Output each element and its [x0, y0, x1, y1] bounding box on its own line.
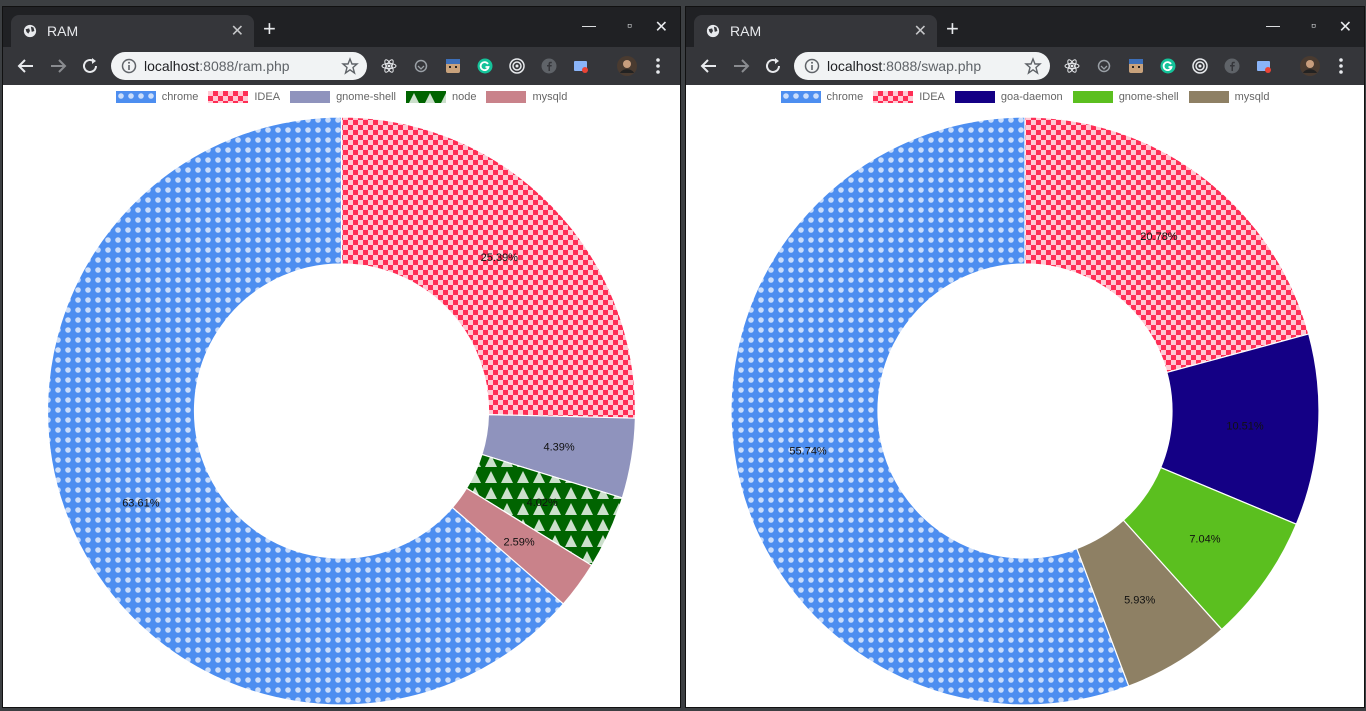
slice-label-chrome: 63.61% [122, 497, 160, 509]
bookmark-star-icon[interactable] [341, 57, 359, 75]
slice-label-gnome-shell: 4.39% [543, 442, 574, 454]
page-content: chrome IDEA goa-daemon gnome-shell mysqld 55… [686, 85, 1364, 707]
new-tab-button[interactable]: + [946, 18, 959, 40]
slice-label-idea: 20.78% [1140, 231, 1178, 243]
minimize-button[interactable]: — [1266, 17, 1280, 33]
slice-label-goa-daemon: 10.51% [1226, 420, 1264, 432]
tab-title: RAM [47, 23, 79, 39]
target-icon[interactable] [1192, 58, 1208, 74]
url-text: localhost:8088/ram.php [144, 58, 290, 74]
extension-refresh-icon[interactable] [413, 58, 429, 74]
target-icon[interactable] [509, 58, 525, 74]
tab-title: RAM [730, 23, 762, 39]
url-host: localhost [144, 58, 200, 74]
reload-icon[interactable] [79, 55, 101, 77]
browser-window-ram: RAM ✕ + — ▫ ✕ localhost:8088/ram.php chr… [2, 6, 681, 708]
globe-icon [706, 24, 720, 38]
forward-arrow-icon[interactable] [47, 55, 69, 77]
slice-label-mysqld: 5.93% [1124, 594, 1155, 606]
slice-label-gnome-shell: 7.04% [1189, 533, 1220, 545]
close-window-button[interactable]: ✕ [1339, 17, 1352, 37]
url-host: localhost [827, 58, 883, 74]
title-bar: RAM ✕ + — ▫ ✕ [3, 7, 680, 47]
extension-refresh-icon[interactable] [1096, 58, 1112, 74]
slice-label-chrome: 55.74% [789, 446, 827, 458]
slice-label-mysqld: 2.59% [504, 537, 535, 549]
close-window-button[interactable]: ✕ [655, 17, 668, 37]
profile-avatar[interactable] [1300, 56, 1320, 76]
browser-toolbar: localhost:8088/ram.php [3, 47, 680, 85]
minimize-button[interactable]: — [582, 17, 596, 33]
page-content: chrome IDEA gnome-shell node mysqld 63.61% 25… [3, 85, 680, 707]
slice-label-node: 4.02% [527, 497, 558, 509]
browser-tab[interactable]: RAM ✕ [11, 15, 254, 47]
slice-idea[interactable] [1024, 116, 1310, 374]
info-icon[interactable] [804, 58, 820, 74]
more-menu-icon[interactable] [655, 56, 661, 76]
address-bar[interactable]: localhost:8088/swap.php [794, 52, 1050, 80]
browser-toolbar: localhost:8088/swap.php [686, 47, 1364, 85]
slice-label-idea: 25.39% [481, 252, 519, 264]
screen-extension-icon[interactable] [1256, 58, 1272, 74]
grammarly-icon[interactable] [1160, 58, 1176, 74]
avatar-extension-icon[interactable] [445, 58, 461, 74]
url-path: :8088/swap.php [882, 58, 982, 74]
back-arrow-icon[interactable] [15, 55, 37, 77]
info-icon[interactable] [121, 58, 137, 74]
url-text: localhost:8088/swap.php [827, 58, 981, 74]
donut-chart: 63.61% 25.39% 4.39% 4.02% 2.59% [46, 116, 637, 706]
address-bar[interactable]: localhost:8088/ram.php [111, 52, 367, 80]
profile-avatar[interactable] [617, 56, 637, 76]
more-menu-icon[interactable] [1338, 56, 1344, 76]
forward-arrow-icon[interactable] [730, 55, 752, 77]
avatar-extension-icon[interactable] [1128, 58, 1144, 74]
tab-close-icon[interactable]: ✕ [231, 21, 244, 41]
maximize-button[interactable]: ▫ [1311, 17, 1316, 33]
facebook-icon[interactable] [541, 58, 557, 74]
bookmark-star-icon[interactable] [1024, 57, 1042, 75]
slice-idea[interactable] [340, 116, 637, 419]
react-devtools-icon[interactable] [381, 58, 397, 74]
screen-extension-icon[interactable] [573, 58, 589, 74]
grammarly-icon[interactable] [477, 58, 493, 74]
back-arrow-icon[interactable] [698, 55, 720, 77]
donut-chart: 55.74% 20.78% 10.51% 7.04% 5.93% [730, 116, 1320, 706]
title-bar: RAM ✕ + — ▫ ✕ [686, 7, 1364, 47]
browser-tab[interactable]: RAM ✕ [694, 15, 937, 47]
new-tab-button[interactable]: + [263, 18, 276, 40]
react-devtools-icon[interactable] [1064, 58, 1080, 74]
facebook-icon[interactable] [1224, 58, 1240, 74]
url-path: :8088/ram.php [199, 58, 290, 74]
maximize-button[interactable]: ▫ [627, 17, 632, 33]
reload-icon[interactable] [762, 55, 784, 77]
globe-icon [23, 24, 37, 38]
browser-window-swap: RAM ✕ + — ▫ ✕ localhost:8088/swap.php ch… [685, 6, 1365, 708]
tab-close-icon[interactable]: ✕ [914, 21, 927, 41]
